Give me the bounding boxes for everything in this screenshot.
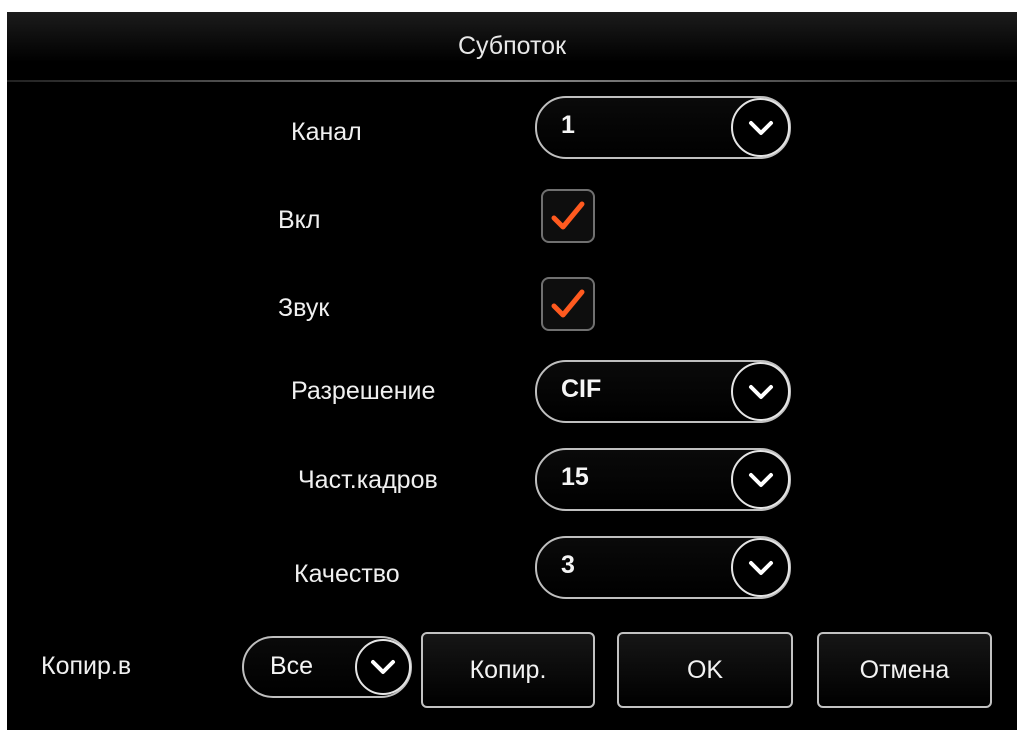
chevron-down-icon[interactable] [731, 362, 790, 421]
quality-select[interactable]: 3 [535, 536, 791, 599]
enable-checkbox[interactable] [541, 189, 595, 243]
resolution-value: CIF [561, 375, 602, 403]
chevron-down-icon[interactable] [355, 639, 411, 695]
chevron-down-icon[interactable] [731, 538, 790, 597]
chevron-down-icon[interactable] [731, 98, 790, 157]
subflow-dialog: Субпоток Канал 1 Вкл Звук Разрешение CIF… [7, 12, 1017, 730]
copy-to-value: Все [270, 652, 314, 680]
frame-rate-value: 15 [561, 463, 589, 491]
checkmark-icon [551, 289, 585, 318]
copy-to-select[interactable]: Все [242, 636, 412, 698]
frame-rate-label: Част.кадров [298, 466, 438, 494]
resolution-label: Разрешение [291, 377, 436, 405]
cancel-button[interactable]: Отмена [817, 632, 992, 708]
audio-label: Звук [278, 294, 330, 322]
audio-checkbox[interactable] [541, 277, 595, 331]
copy-button[interactable]: Копир. [421, 632, 595, 708]
quality-value: 3 [561, 551, 575, 579]
copy-to-label: Копир.в [41, 652, 132, 680]
ok-button[interactable]: OK [617, 632, 793, 708]
channel-label: Канал [291, 118, 362, 146]
checkmark-icon [551, 201, 585, 230]
channel-select[interactable]: 1 [535, 96, 791, 159]
frame-rate-select[interactable]: 15 [535, 448, 791, 511]
dialog-title: Субпоток [457, 32, 567, 60]
channel-value: 1 [561, 111, 575, 139]
title-bar: Субпоток [7, 12, 1017, 84]
chevron-down-icon[interactable] [731, 450, 790, 509]
enable-label: Вкл [278, 206, 321, 234]
quality-label: Качество [294, 560, 400, 588]
resolution-select[interactable]: CIF [535, 360, 791, 423]
title-divider [7, 80, 1017, 82]
